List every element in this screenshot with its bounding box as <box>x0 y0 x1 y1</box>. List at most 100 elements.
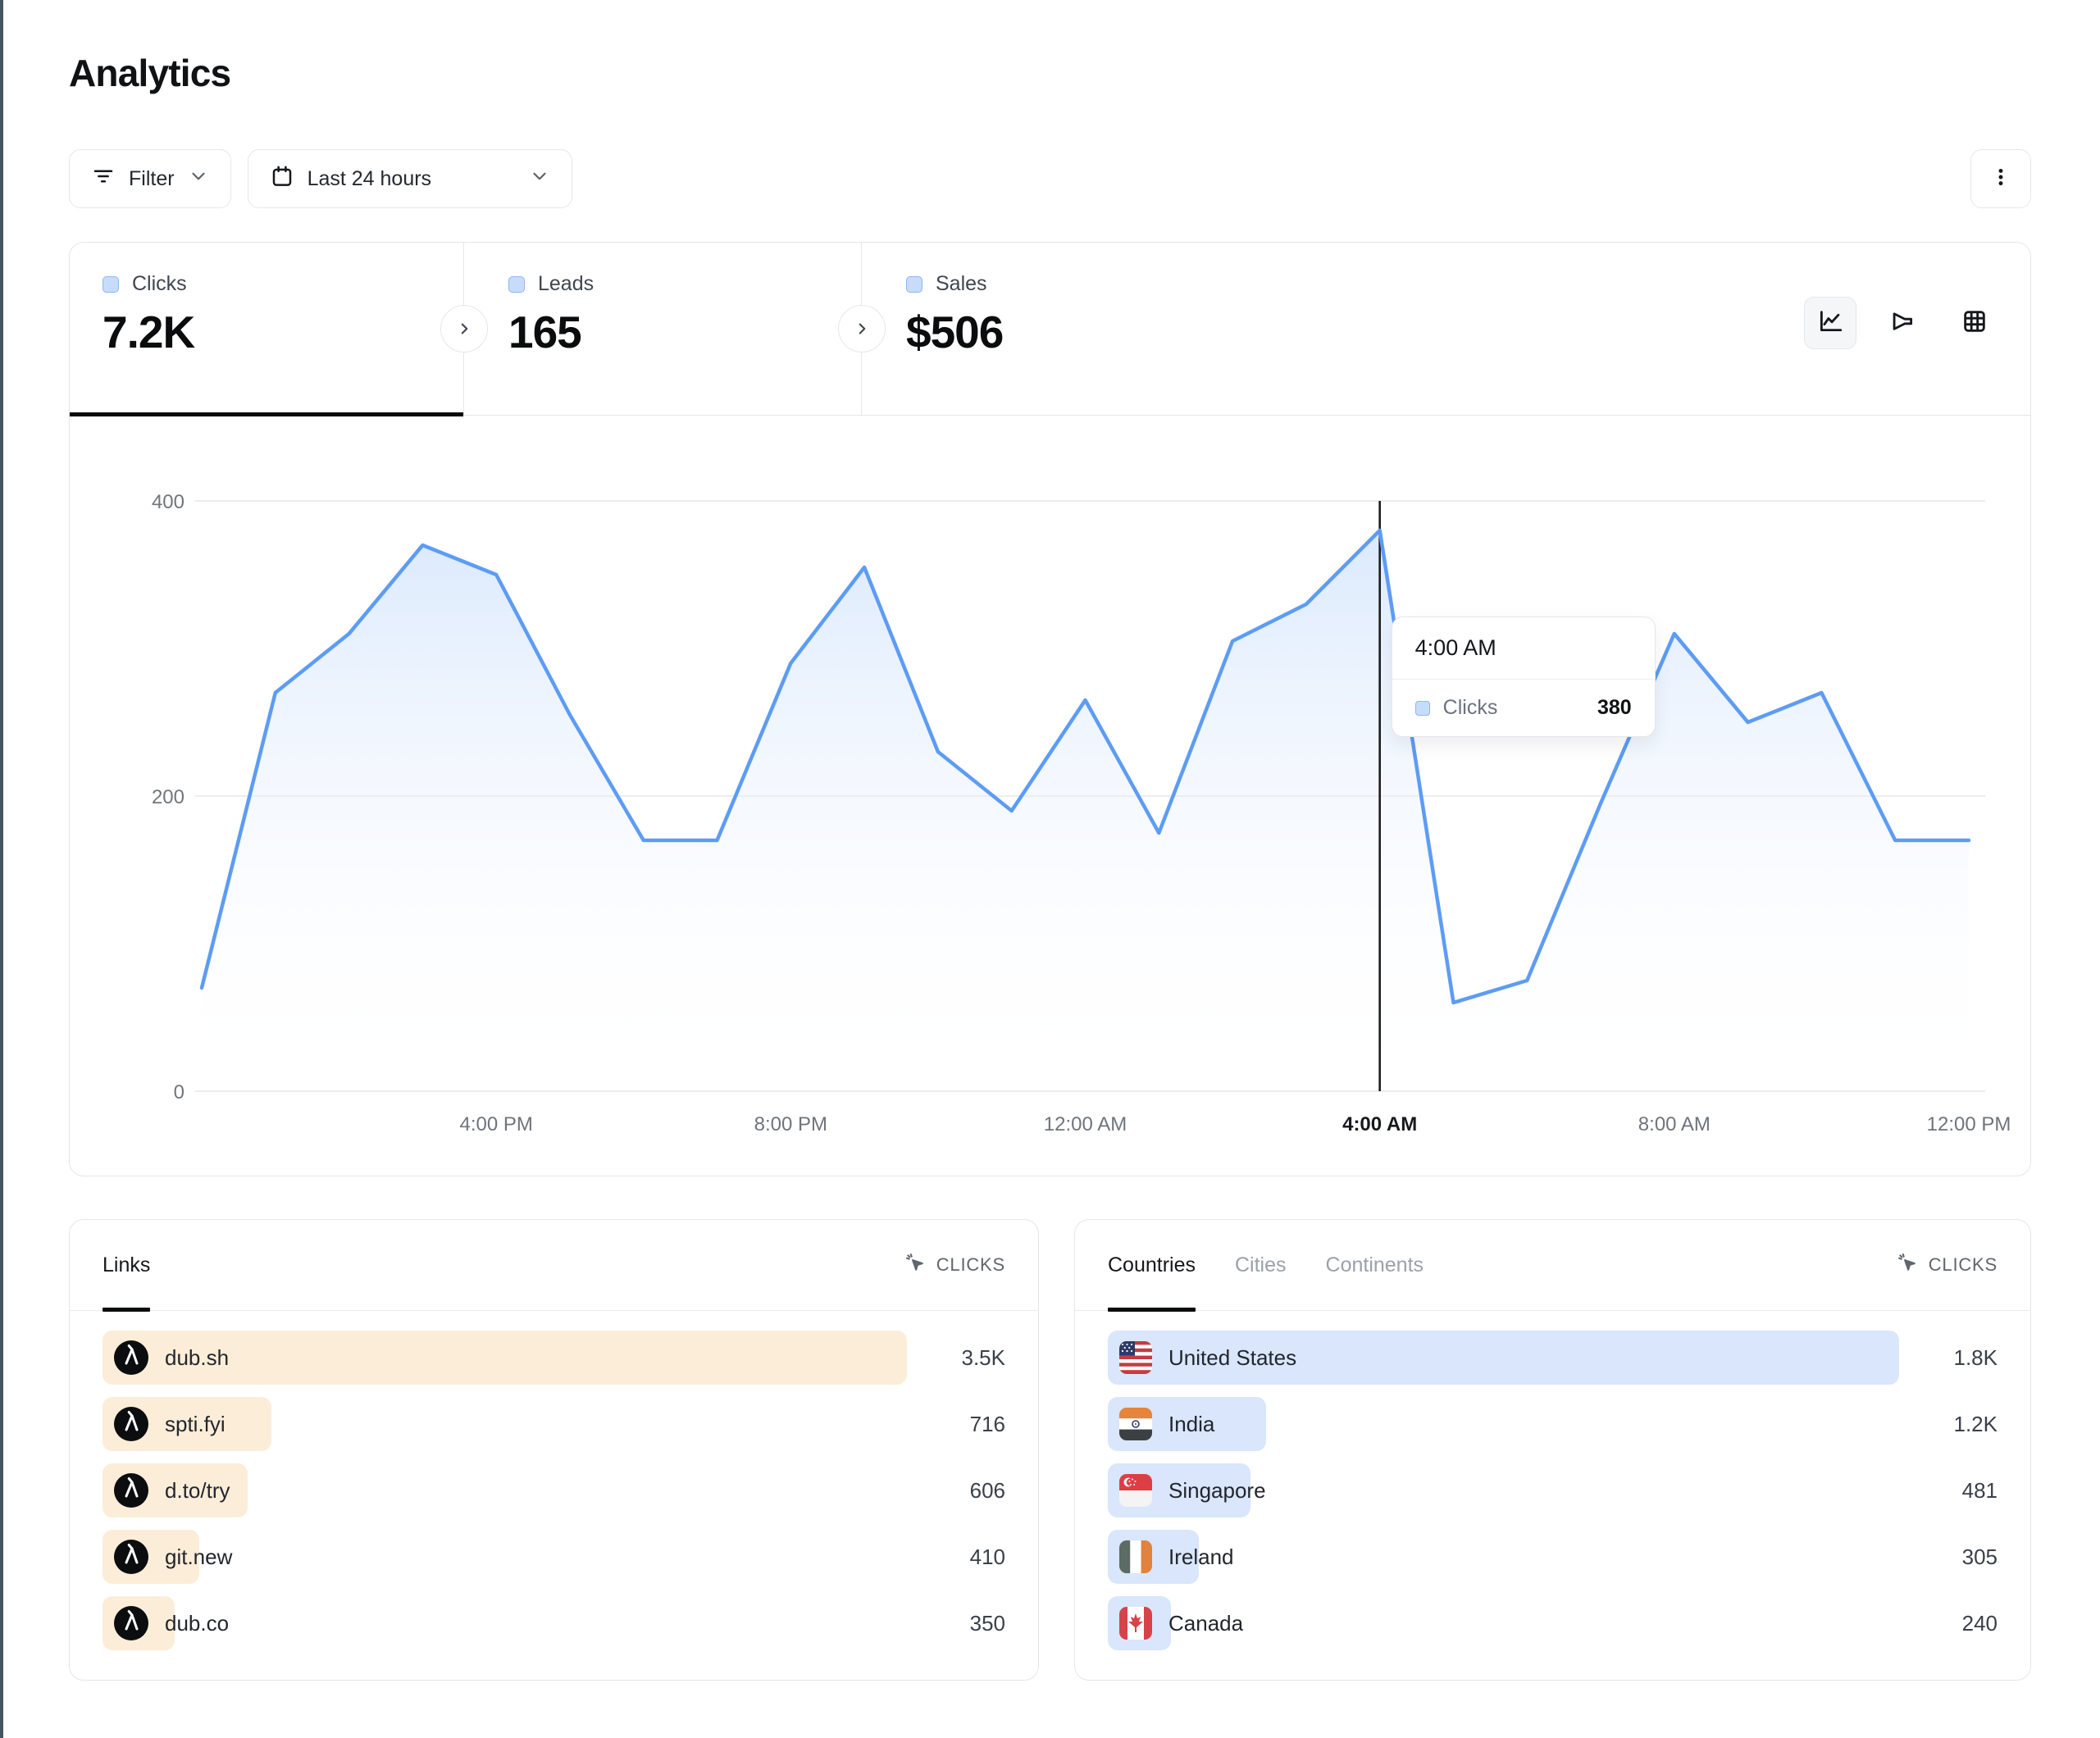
cursor-click-icon <box>904 1251 927 1279</box>
dub-logo-icon <box>114 1540 148 1574</box>
bar-track: d.to/try <box>102 1463 907 1517</box>
tab-countries-label: Countries <box>1108 1253 1196 1277</box>
row-name: Ireland <box>1168 1545 1234 1570</box>
analytics-card: Clicks 7.2K Leads 165 Sales $506 <box>69 242 2031 1176</box>
tab-clicks[interactable]: Clicks 7.2K <box>70 243 464 415</box>
stat-next-button-2[interactable] <box>838 305 886 353</box>
flag-icon-sg <box>1119 1474 1152 1507</box>
chart-tooltip: 4:00 AM Clicks 380 <box>1392 616 1656 737</box>
bar-track: Canada <box>1108 1596 1899 1650</box>
tab-links-label: Links <box>102 1253 150 1277</box>
left-edge-strip <box>0 0 3 1738</box>
row-name: spti.fyi <box>165 1412 225 1437</box>
clicks-value: 7.2K <box>102 306 463 358</box>
row-value: 1.8K <box>1899 1345 1998 1371</box>
leads-legend-square <box>508 276 525 293</box>
row-value: 716 <box>907 1412 1005 1437</box>
row-content: Ireland <box>1108 1530 1234 1584</box>
page-title: Analytics <box>69 51 230 95</box>
chart-canvas: 0 200 400 4:00 PM 8:00 PM 12:00 AM 4:00 AM 8:00… <box>70 416 2029 1175</box>
funnel-view-button[interactable] <box>1876 297 1929 349</box>
bar-track: spti.fyi <box>102 1397 907 1451</box>
tab-continents[interactable]: Continents <box>1326 1220 1424 1310</box>
list-item[interactable]: dub.sh3.5K <box>102 1331 1005 1385</box>
countries-metric-label: CLICKS <box>1929 1254 1998 1276</box>
bar-track: dub.co <box>102 1596 907 1650</box>
analytics-page: Analytics Filter Last 24 hours <box>0 0 2100 1738</box>
clicks-label: Clicks <box>132 272 187 296</box>
list-item[interactable]: United States 1.8K <box>1108 1331 1998 1385</box>
list-item[interactable]: Singapore481 <box>1108 1463 1998 1517</box>
funnel-icon <box>1888 307 1916 339</box>
tab-cities[interactable]: Cities <box>1235 1220 1287 1310</box>
tab-leads[interactable]: Leads 165 <box>464 243 862 415</box>
row-content: dub.sh <box>102 1331 229 1385</box>
kebab-menu-icon <box>1989 166 2012 193</box>
list-item[interactable]: git.new410 <box>102 1530 1005 1584</box>
flag-icon-ie <box>1119 1540 1152 1573</box>
row-name: India <box>1168 1412 1214 1437</box>
x-axis-tick: 4:00 AM <box>1342 1113 1417 1135</box>
filter-button-label: Filter <box>129 167 175 191</box>
dub-logo-icon <box>114 1340 148 1375</box>
chart-view-switch <box>1804 297 2001 349</box>
y-axis-tick: 200 <box>152 786 184 808</box>
line-chart-view-button[interactable] <box>1804 297 1856 349</box>
x-axis-tick: 12:00 PM <box>1927 1113 2011 1135</box>
filter-button[interactable]: Filter <box>69 149 231 208</box>
table-view-button[interactable] <box>1948 297 2001 349</box>
x-axis-tick: 4:00 PM <box>459 1113 532 1135</box>
leads-value: 165 <box>508 306 861 358</box>
x-axis-tick: 8:00 PM <box>754 1113 827 1135</box>
row-content: United States <box>1108 1331 1296 1385</box>
row-name: git.new <box>165 1545 232 1570</box>
bar-track: Ireland <box>1108 1530 1899 1584</box>
row-name: Singapore <box>1168 1478 1266 1504</box>
row-name: d.to/try <box>165 1478 230 1504</box>
tab-sales[interactable]: Sales $506 <box>862 243 2030 415</box>
row-name: Canada <box>1168 1611 1243 1636</box>
stat-next-button-1[interactable] <box>440 305 488 353</box>
tab-links[interactable]: Links <box>102 1220 150 1310</box>
x-axis-tick: 12:00 AM <box>1044 1113 1127 1135</box>
tooltip-time: 4:00 AM <box>1392 617 1655 680</box>
sales-label: Sales <box>936 272 987 296</box>
row-value: 1.2K <box>1899 1412 1998 1437</box>
tooltip-value: 380 <box>1597 696 1632 720</box>
bar-track: dub.sh <box>102 1331 907 1385</box>
filter-icon <box>91 164 116 194</box>
bar-track: git.new <box>102 1530 907 1584</box>
more-options-button[interactable] <box>1970 149 2031 208</box>
links-panel: Links CLICKS dub.sh3.5K spti.fyi 716 d.to/t… <box>69 1219 1039 1681</box>
calendar-icon <box>270 164 294 194</box>
y-axis-tick: 400 <box>152 491 184 513</box>
tab-countries[interactable]: Countries <box>1108 1220 1196 1310</box>
list-item[interactable]: dub.co350 <box>102 1596 1005 1650</box>
x-axis-tick: 8:00 AM <box>1638 1113 1711 1135</box>
toolbar: Filter Last 24 hours <box>69 149 2031 208</box>
list-item[interactable]: Ireland305 <box>1108 1530 1998 1584</box>
flag-icon-ca <box>1119 1607 1152 1640</box>
row-content: Canada <box>1108 1596 1243 1650</box>
clicks-legend-square <box>102 276 119 293</box>
links-metric-selector[interactable]: CLICKS <box>904 1251 1005 1279</box>
dub-logo-icon <box>114 1407 148 1441</box>
date-range-button[interactable]: Last 24 hours <box>248 149 572 208</box>
clicks-chart[interactable]: 0 200 400 4:00 PM 8:00 PM 12:00 AM 4:00 AM 8:00… <box>70 416 2030 1175</box>
row-name: dub.co <box>165 1611 229 1636</box>
date-range-label: Last 24 hours <box>307 167 432 191</box>
dub-logo-icon <box>114 1606 148 1640</box>
list-item[interactable]: spti.fyi 716 <box>102 1397 1005 1451</box>
links-panel-header: Links CLICKS <box>70 1220 1038 1311</box>
row-content: git.new <box>102 1530 232 1584</box>
list-item[interactable]: d.to/try606 <box>102 1463 1005 1517</box>
list-item[interactable]: Canada240 <box>1108 1596 1998 1650</box>
countries-metric-selector[interactable]: CLICKS <box>1896 1251 1998 1279</box>
list-item[interactable]: India 1.2K <box>1108 1397 1998 1451</box>
y-axis-tick: 0 <box>174 1081 184 1103</box>
dub-logo-icon <box>114 1473 148 1508</box>
row-name: dub.sh <box>165 1345 229 1371</box>
countries-panel-header: Countries Cities Continents CLICKS <box>1075 1220 2030 1311</box>
leads-label: Leads <box>538 272 594 296</box>
chevron-down-icon <box>188 166 209 193</box>
